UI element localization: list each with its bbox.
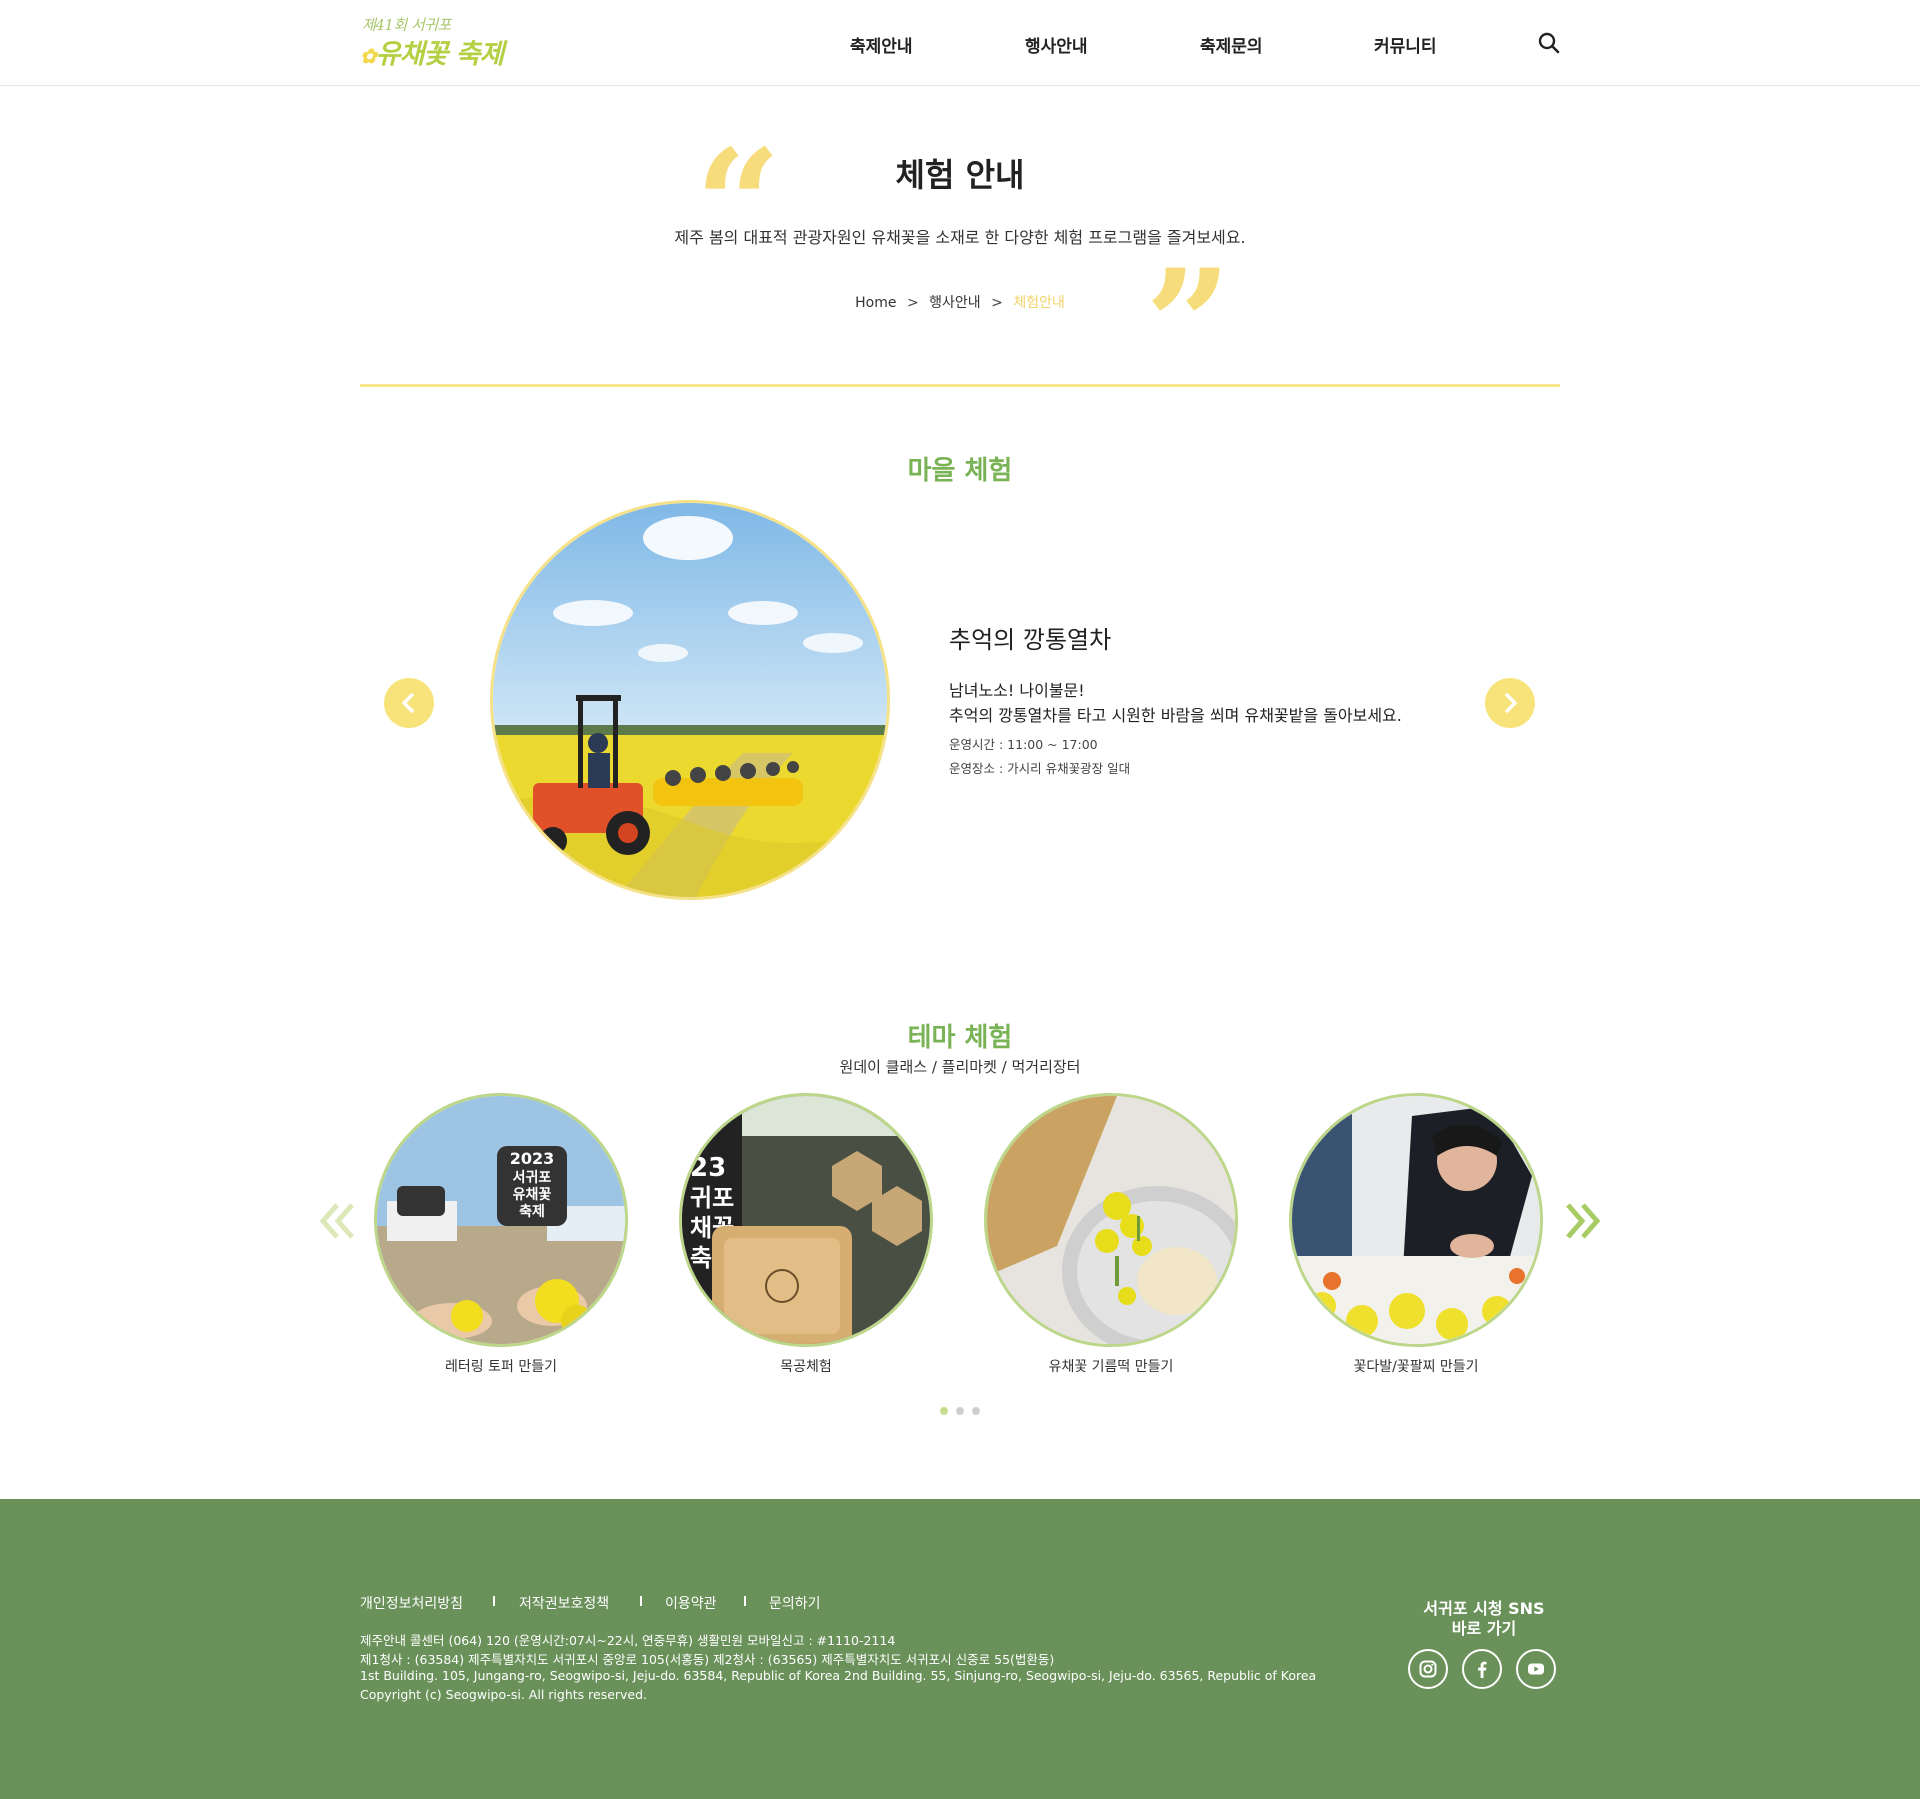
site-footer: 개인정보처리방침 저작권보호정책 이용약관 문의하기 제주안내 콜센터 (064… [0, 1499, 1920, 1799]
village-section-title: 마을 체험 [907, 456, 1013, 486]
theme-prev-button[interactable] [318, 1200, 358, 1246]
flower-icon: ✿ [360, 44, 377, 68]
instagram-icon[interactable] [1408, 1649, 1448, 1689]
theme-subtitle: 원데이 클래스 / 플리마켓 / 먹거리장터 [839, 1058, 1081, 1076]
svg-text:23: 23 [690, 1153, 726, 1183]
footer-address-ko: 제1청사 : (63584) 제주특별자치도 서귀포시 중앙로 105(서홍동)… [360, 1652, 1055, 1667]
svg-text:귀포: 귀포 [690, 1184, 734, 1212]
theme-caption-3: 유채꽃 기름떡 만들기 [1048, 1359, 1174, 1375]
footer-link-copyright-policy[interactable]: 저작권보호정책 [519, 1593, 609, 1613]
chevron-right-icon: > [906, 295, 919, 311]
footer-link-privacy[interactable]: 개인정보처리방침 [360, 1593, 463, 1613]
svg-text:서귀포: 서귀포 [513, 1169, 552, 1186]
topper-text: 2023 [510, 1149, 555, 1168]
footer-separator [744, 1596, 746, 1606]
nav-event-info[interactable]: 행사안내 [1025, 32, 1088, 57]
slider-prev-button[interactable] [384, 678, 434, 728]
double-chevron-right-icon [1566, 1203, 1601, 1239]
footer-address-en: 1st Building. 105, Jungang-ro, Seogwipo-… [360, 1668, 1317, 1683]
festival-logo[interactable]: 제41회 서귀포 ✿유채꽃 축제 [360, 14, 530, 70]
footer-link-terms[interactable]: 이용약관 [665, 1593, 717, 1613]
breadcrumb-current: 체험안내 [1013, 295, 1065, 311]
theme-photo-bouquet[interactable] [1289, 1093, 1543, 1347]
tractor-train-photo [490, 500, 890, 900]
nav-community[interactable]: 커뮤니티 [1374, 32, 1437, 57]
chevron-right-icon [1505, 693, 1517, 713]
page-title: 체험 안내 [895, 156, 1025, 194]
double-chevron-left-icon [319, 1203, 354, 1239]
pagination-dot-3[interactable] [972, 1407, 980, 1415]
theme-photo-rice-cake[interactable] [984, 1093, 1238, 1347]
breadcrumb: Home > 행사안내 > 체험안내 [0, 292, 1920, 312]
svg-text:유채꽃: 유채꽃 [513, 1187, 552, 1203]
breadcrumb-event-info[interactable]: 행사안내 [929, 295, 981, 311]
breadcrumb-home[interactable]: Home [855, 295, 896, 311]
slider-next-button[interactable] [1485, 678, 1535, 728]
theme-caption-1: 레터링 토퍼 만들기 [445, 1359, 557, 1375]
footer-link-contact[interactable]: 문의하기 [769, 1593, 821, 1613]
experience-place: 운영장소 : 가시리 유채꽃광장 일대 [949, 761, 1131, 776]
theme-photo-woodwork[interactable]: 23 귀포 채꽃 축제 [679, 1093, 933, 1347]
nav-inquiry[interactable]: 축제문의 [1200, 32, 1263, 57]
experience-desc-line2: 추억의 깡통열차를 타고 시원한 바람을 쐬며 유채꽃밭을 돌아보세요. [949, 706, 1402, 725]
svg-text:축제: 축제 [519, 1204, 545, 1220]
chevron-right-icon: > [991, 295, 1003, 311]
theme-caption-2: 목공체험 [780, 1359, 832, 1375]
nav-festival-info[interactable]: 축제안내 [850, 32, 913, 57]
experience-desc-line1: 남녀노소! 나이불문! [949, 681, 1085, 700]
pagination-dot-1[interactable] [940, 1407, 948, 1415]
facebook-icon[interactable] [1462, 1649, 1502, 1689]
site-header: 제41회 서귀포 ✿유채꽃 축제 축제안내 행사안내 축제문의 커뮤니티 [0, 0, 1920, 86]
footer-separator [640, 1596, 642, 1606]
theme-photo-lettering-topper[interactable]: 2023 서귀포 유채꽃 축제 [374, 1093, 628, 1347]
footer-copyright: Copyright (c) Seogwipo-si. All rights re… [360, 1687, 648, 1702]
theme-next-button[interactable] [1562, 1200, 1602, 1246]
theme-caption-4: 꽃다발/꽃팔찌 만들기 [1353, 1359, 1479, 1375]
search-icon[interactable] [1538, 32, 1560, 54]
close-quote-icon: ” [1145, 237, 1232, 413]
page-intro: 제주 봄의 대표적 관광자원인 유채꽃을 소재로 한 다양한 체험 프로그램을 … [674, 228, 1246, 247]
experience-title: 추억의 깡통열차 [949, 626, 1112, 654]
sns-title: 서귀포 시청 SNS 바로 가기 [1423, 1599, 1545, 1638]
pagination-dot-2[interactable] [956, 1407, 964, 1415]
logo-title: ✿유채꽃 축제 [360, 39, 504, 70]
section-divider [360, 384, 1560, 387]
footer-callcenter: 제주안내 콜센터 (064) 120 (운영시간:07시~22시, 연중무휴) … [360, 1633, 896, 1648]
footer-separator [493, 1596, 495, 1606]
chevron-left-icon [402, 693, 414, 713]
experience-hours: 운영시간 : 11:00 ~ 17:00 [949, 737, 1098, 752]
youtube-icon[interactable] [1516, 1649, 1556, 1689]
theme-section-title: 테마 체험 [907, 1023, 1013, 1053]
